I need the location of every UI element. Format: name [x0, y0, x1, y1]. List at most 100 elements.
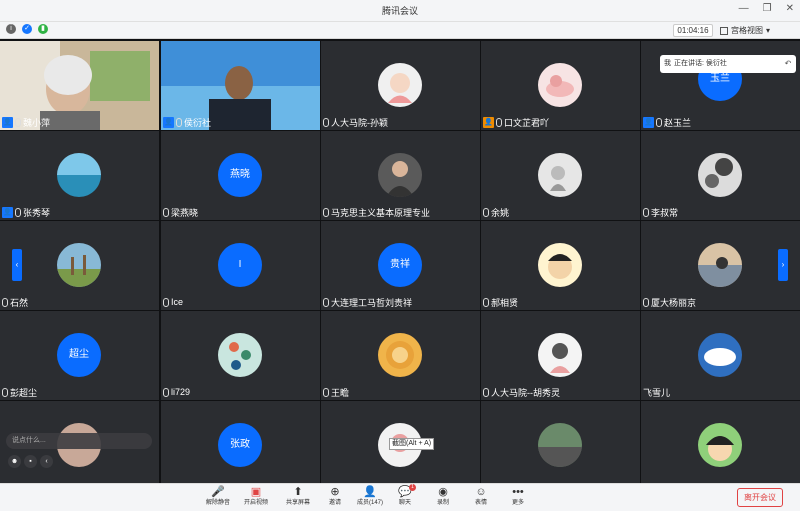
participant-name: 厦大杨丽京 — [651, 297, 697, 308]
more-button[interactable]: ••• 更多 — [498, 486, 538, 510]
back-icon[interactable]: ↶ — [782, 58, 794, 70]
avatar — [378, 153, 422, 197]
participant-name: Ice — [171, 297, 184, 307]
participant-tile[interactable]: 👤 侯衍社 — [161, 41, 320, 130]
participant-name: 梁燕晓 — [171, 207, 199, 218]
participant-name: 赵玉兰 — [664, 117, 692, 128]
participant-name: li729 — [171, 387, 191, 397]
meeting-timer: 01:04:16 — [673, 24, 713, 37]
mic-icon — [323, 207, 329, 217]
participant-tile[interactable]: 厦大杨丽京 — [641, 221, 800, 310]
participant-name: 彭超尘 — [10, 387, 38, 398]
participant-tile[interactable]: I Ice — [161, 221, 320, 310]
chat-button[interactable]: 💬 1 聊天 — [385, 484, 425, 510]
signal-icon[interactable]: ▮ — [38, 24, 48, 34]
smile-icon: ☺ — [475, 486, 487, 498]
chat-label: 聊天 — [398, 500, 411, 506]
chat-bubble-icon: 💬 — [398, 486, 412, 498]
participant-tile[interactable]: 超尘 彭超尘 — [0, 311, 159, 400]
participant-tile[interactable] — [481, 401, 640, 490]
participant-name: 飞雪儿 — [643, 387, 671, 398]
participant-tile[interactable]: 人大马院--胡秀灵 — [481, 311, 640, 400]
invite-label: 邀请 — [328, 500, 341, 506]
participant-name: 口文芷君吖 — [504, 117, 550, 128]
next-page-arrow[interactable]: › — [778, 249, 788, 281]
avatar — [698, 153, 742, 197]
participant-tile[interactable]: 马克思主义基本原理专业 — [321, 131, 480, 220]
chat-badge: 1 — [409, 484, 416, 491]
participant-name: 郝相贤 — [491, 297, 519, 308]
members-label: 成员(147) — [356, 500, 383, 506]
prev-page-arrow[interactable]: ‹ — [12, 249, 22, 281]
meeting-toolbar: i ✓ ▮ 01:04:16 宫格视图 ▾ — [0, 22, 800, 39]
participant-name: 魏小萍 — [23, 117, 51, 128]
minimize-icon[interactable]: — — [739, 3, 749, 14]
emoji-icon[interactable]: ☻ — [8, 455, 21, 468]
grid-icon — [720, 26, 728, 35]
grid-view-selector[interactable]: 宫格视图 ▾ — [720, 24, 770, 37]
participant-tile[interactable]: 燕晓 梁燕晓 — [161, 131, 320, 220]
avatar — [378, 63, 422, 107]
mic-off-icon: 🎤 — [211, 486, 225, 498]
avatar — [538, 63, 582, 107]
participant-tile[interactable]: 👤 口文芷君吖 — [481, 41, 640, 130]
mic-icon — [483, 387, 489, 397]
title-bar: 腾讯会议 — ❐ ✕ — [0, 0, 800, 22]
members-button[interactable]: 👤 成员(147) — [350, 486, 390, 510]
info-icon[interactable]: i — [6, 24, 16, 34]
unmute-label: 解除静音 — [205, 500, 230, 506]
participant-name: 王瞻 — [331, 387, 350, 398]
avatar — [538, 423, 582, 467]
mic-icon — [483, 207, 489, 217]
mic-icon — [15, 117, 21, 127]
participant-tile[interactable] — [641, 401, 800, 490]
participant-tile[interactable]: 张政 — [161, 401, 320, 490]
share-screen-button[interactable]: ⬆ 共享屏幕 — [278, 486, 318, 510]
avatar: I — [218, 243, 262, 287]
shield-icon[interactable]: ✓ — [22, 24, 32, 34]
screenshot-tooltip: 截图(Alt + A) — [389, 438, 435, 450]
participant-tile[interactable]: 王瞻 — [321, 311, 480, 400]
participant-tile[interactable]: li729 — [161, 311, 320, 400]
share-label: 共享屏幕 — [285, 500, 310, 506]
reaction-button[interactable]: ☺ 表情 — [461, 486, 501, 510]
host-icon: 👤 — [2, 206, 13, 218]
avatar — [538, 333, 582, 377]
avatar: 贵祥 — [378, 243, 422, 287]
unmute-button[interactable]: 🎤 解除静音 — [198, 486, 238, 510]
share-icon: ⬆ — [293, 486, 303, 498]
speaking-indicator: 我 正在讲话: 侯衍社 ↶ — [660, 55, 796, 73]
mic-icon — [496, 117, 502, 127]
collapse-icon[interactable]: ‹ — [40, 455, 53, 468]
participant-tile[interactable]: 李叔常 — [641, 131, 800, 220]
participant-tile[interactable]: 余姚 — [481, 131, 640, 220]
participant-tile[interactable]: 贵祥 大连理工马哲刘贵祥 — [321, 221, 480, 310]
participant-tile[interactable]: 郝相贤 — [481, 221, 640, 310]
host-icon: 👤 — [643, 116, 654, 128]
video-button[interactable]: ▣ 开启视频 — [236, 486, 276, 510]
chat-icon[interactable]: ▪ — [24, 455, 37, 468]
mic-icon — [323, 387, 329, 397]
participant-tile[interactable]: 👤 张秀琴 — [0, 131, 159, 220]
participant-tile[interactable]: 石然 — [0, 221, 159, 310]
chat-input[interactable]: 说点什么... — [6, 433, 152, 449]
mic-icon — [483, 297, 489, 307]
host-icon: 👤 — [483, 116, 494, 128]
close-icon[interactable]: ✕ — [786, 3, 794, 14]
mic-icon — [656, 117, 662, 127]
avatar — [218, 333, 262, 377]
mic-icon — [323, 297, 329, 307]
record-label: 录制 — [436, 500, 449, 506]
participant-tile[interactable]: 人大马院-孙颖 — [321, 41, 480, 130]
invite-button[interactable]: ⊕ 邀请 — [315, 486, 355, 510]
maximize-icon[interactable]: ❐ — [763, 3, 772, 14]
participant-name: 大连理工马哲刘贵祥 — [331, 297, 413, 308]
mic-icon — [323, 117, 329, 127]
leave-meeting-button[interactable]: 离开会议 — [737, 488, 783, 507]
record-button[interactable]: ◉ 录制 — [423, 486, 463, 510]
participant-tile[interactable]: 飞雪儿 — [641, 311, 800, 400]
mic-icon — [163, 387, 169, 397]
mic-icon — [163, 297, 169, 307]
record-icon: ◉ — [438, 486, 448, 498]
participant-tile[interactable]: 👤 魏小萍 — [0, 41, 159, 130]
